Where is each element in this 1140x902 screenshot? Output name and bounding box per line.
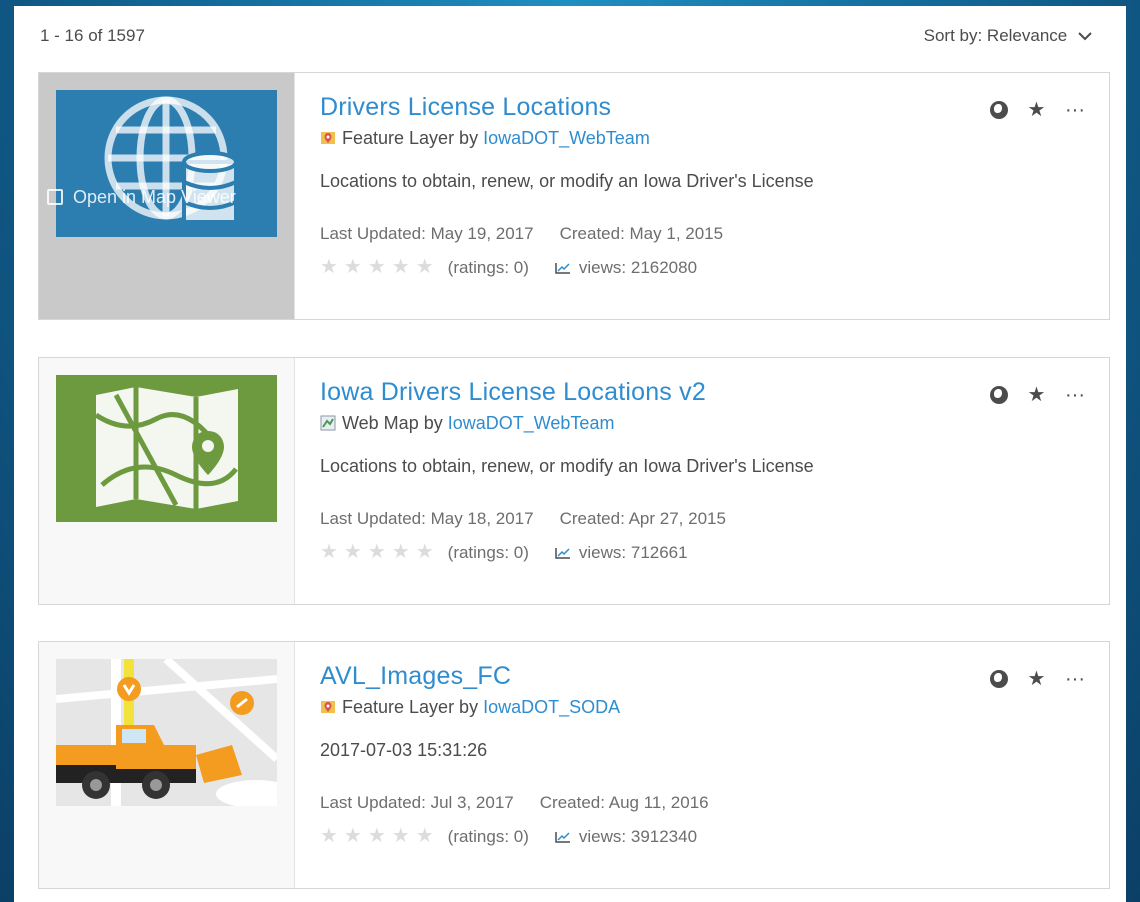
external-link-icon [47, 189, 63, 205]
views-count: views: 712661 [555, 543, 688, 562]
last-updated: Last Updated: Jul 3, 2017 [320, 793, 514, 812]
item-description: Locations to obtain, renew, or modify an… [320, 456, 814, 476]
rating-stars[interactable]: ★★★★★ [320, 256, 440, 278]
last-updated: Last Updated: May 18, 2017 [320, 509, 534, 528]
item-actions: ★ ··· [976, 666, 1085, 691]
ratings-count: (ratings: 0) [447, 543, 529, 562]
chart-icon [555, 544, 571, 559]
result-card: AVL_Images_FC Feature Layer by IowaDOT_S… [38, 641, 1110, 889]
results-header: 1 - 16 of 1597 Sort by: Relevance [14, 6, 1126, 66]
web-map-icon [320, 415, 336, 431]
item-dates: Last Updated: May 19, 2017 Created: May 1… [320, 224, 1109, 244]
chart-icon [555, 259, 571, 274]
globe-icon[interactable] [989, 101, 1008, 119]
ratings-count: (ratings: 0) [447, 258, 529, 277]
last-updated: Last Updated: May 19, 2017 [320, 224, 534, 243]
item-actions: ★ ··· [976, 382, 1085, 407]
item-actions: ★ ··· [976, 97, 1085, 122]
globe-database-icon[interactable] [56, 90, 277, 237]
item-dates: Last Updated: Jul 3, 2017 Created: Aug 11… [320, 793, 1109, 813]
result-card: Open in Map Viewer Drivers License Locat… [38, 72, 1110, 320]
created-date: Created: May 1, 2015 [559, 224, 724, 243]
globe-icon[interactable] [989, 670, 1008, 688]
feature-layer-icon [320, 130, 336, 146]
views-label: views: 3912340 [578, 827, 698, 846]
open-in-map-viewer-label: Open in Map Viewer [73, 187, 236, 207]
thumbnail-container[interactable] [39, 358, 295, 604]
chart-icon [555, 828, 571, 843]
item-meta: ★★★★★ (ratings: 0) views: 2162080 [320, 254, 1109, 279]
globe-icon[interactable] [989, 386, 1008, 404]
item-description: 2017-07-03 15:31:26 [320, 740, 488, 760]
open-in-map-viewer-link[interactable]: Open in Map Viewer [47, 187, 236, 208]
item-meta: ★★★★★ (ratings: 0) views: 3912340 [320, 823, 1109, 848]
results-count: 1 - 16 of 1597 [40, 26, 145, 45]
folded-map-pin-icon[interactable] [56, 375, 277, 522]
item-description: Locations to obtain, renew, or modify an… [320, 171, 814, 191]
search-results-panel: 1 - 16 of 1597 Sort by: Relevance Open i… [14, 6, 1126, 902]
thumbnail-container[interactable] [39, 642, 295, 888]
item-type: Feature Layer by [342, 697, 484, 717]
more-options-icon[interactable]: ··· [1065, 99, 1085, 122]
favorite-star-icon[interactable]: ★ [1028, 666, 1046, 691]
favorite-star-icon[interactable]: ★ [1028, 382, 1046, 407]
views-label: views: 712661 [578, 543, 688, 562]
item-dates: Last Updated: May 18, 2017 Created: Apr 2… [320, 509, 1109, 529]
item-type-line: Feature Layer by IowaDOT_SODA [320, 697, 1109, 718]
rating-stars[interactable]: ★★★★★ [320, 825, 440, 847]
item-meta: ★★★★★ (ratings: 0) views: 712661 [320, 539, 1109, 564]
more-options-icon[interactable]: ··· [1065, 668, 1085, 691]
views-count: views: 3912340 [555, 827, 697, 846]
sort-dropdown[interactable]: Sort by: Relevance [924, 26, 1092, 46]
thumbnail-container[interactable]: Open in Map Viewer [39, 73, 295, 319]
item-type-line: Feature Layer by IowaDOT_WebTeam [320, 128, 1109, 149]
created-date: Created: Aug 11, 2016 [539, 793, 709, 812]
result-card: Iowa Drivers License Locations v2 Web Ma… [38, 357, 1110, 605]
views-count: views: 2162080 [555, 258, 697, 277]
feature-layer-icon [320, 699, 336, 715]
favorite-star-icon[interactable]: ★ [1028, 97, 1046, 122]
more-options-icon[interactable]: ··· [1065, 384, 1085, 407]
item-owner-link[interactable]: IowaDOT_WebTeam [483, 128, 650, 148]
snowplow-truck-icon[interactable] [56, 659, 277, 806]
views-label: views: 2162080 [578, 258, 698, 277]
item-type: Feature Layer by [342, 128, 484, 148]
chevron-down-icon [1078, 26, 1092, 46]
item-owner-link[interactable]: IowaDOT_WebTeam [448, 413, 615, 433]
sort-label: Sort by: Relevance [923, 26, 1068, 45]
item-owner-link[interactable]: IowaDOT_SODA [483, 697, 620, 717]
created-date: Created: Apr 27, 2015 [559, 509, 726, 528]
ratings-count: (ratings: 0) [447, 827, 529, 846]
item-type-line: Web Map by IowaDOT_WebTeam [320, 413, 1109, 434]
item-type: Web Map by [342, 413, 448, 433]
rating-stars[interactable]: ★★★★★ [320, 541, 440, 563]
